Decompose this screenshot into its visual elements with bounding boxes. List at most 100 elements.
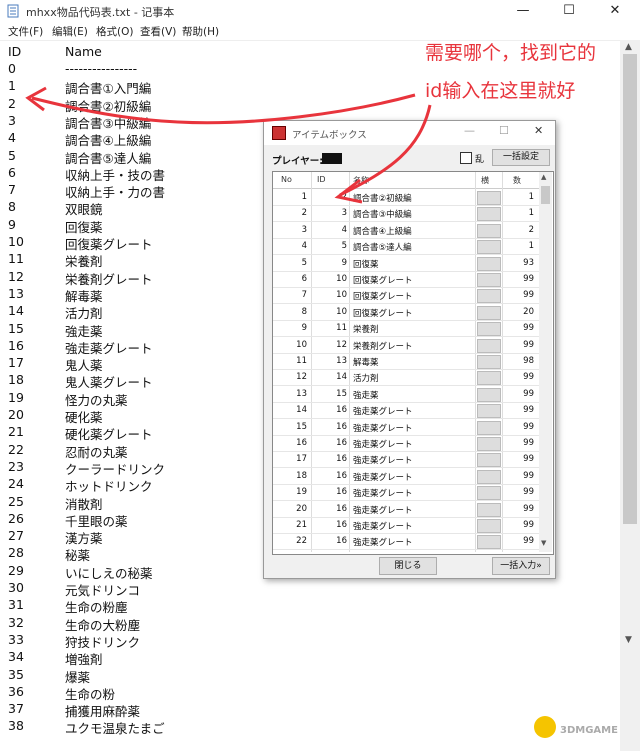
dialog-close-icon[interactable]: ✕ [534,124,543,137]
table-row[interactable]: 21 16 強走薬グレート 99 [273,517,539,534]
table-row[interactable]: 11 13 解毒薬 98 [273,353,539,370]
table-row[interactable]: 10 12 栄養剤グレート 99 [273,337,539,354]
cell-id[interactable]: 10 [313,290,347,300]
table-row[interactable]: 6 10 回復薬グレート 99 [273,271,539,288]
cell-id[interactable]: 14 [313,372,347,382]
menu-edit[interactable]: 编辑(E) [52,24,88,39]
scroll-up-icon[interactable]: ▲ [625,42,632,52]
cell-flag[interactable] [477,338,501,353]
maximize-button[interactable]: ☐ [546,0,592,22]
cell-flag[interactable] [477,322,501,337]
cell-count[interactable]: 99 [505,487,534,497]
table-scroll-up-icon[interactable]: ▲ [541,173,546,181]
minimize-button[interactable]: — [500,0,546,22]
cell-count[interactable]: 1 [505,241,534,251]
notepad-scrollbar[interactable]: ▲ ▼ [620,40,640,751]
bulk-set-button[interactable]: 一括設定 [492,149,550,166]
bulk-input-button[interactable]: 一括入力» [492,557,550,575]
cell-count[interactable]: 99 [505,274,534,284]
cell-count[interactable]: 20 [505,307,534,317]
cell-count[interactable]: 99 [505,471,534,481]
dialog-minimize-button[interactable]: — [464,124,475,137]
cell-flag[interactable] [477,371,501,386]
table-scroll-thumb[interactable] [541,186,550,204]
table-row[interactable]: 22 16 強走薬グレート 99 [273,533,539,551]
cell-flag[interactable] [477,273,501,287]
cell-count[interactable]: 99 [505,340,534,350]
table-row[interactable]: 17 16 強走薬グレート 99 [273,451,539,469]
cell-flag[interactable] [477,437,501,451]
cell-id[interactable]: 2 [313,192,347,202]
cell-id[interactable]: 9 [313,258,347,268]
cell-id[interactable]: 16 [313,438,347,448]
cell-flag[interactable] [477,256,501,271]
cell-flag[interactable] [477,519,501,533]
table-row[interactable]: 15 16 強走薬グレート 99 [273,419,539,436]
cell-id[interactable]: 16 [313,454,347,464]
cell-flag[interactable] [477,289,501,304]
close-dialog-button[interactable]: 閉じる [379,557,437,575]
menu-help[interactable]: 帮助(H) [182,24,219,39]
cell-count[interactable]: 99 [505,504,534,514]
table-row[interactable]: 5 9 回復薬 93 [273,255,539,272]
cell-flag[interactable] [477,502,501,517]
cell-count[interactable]: 2 [505,225,534,235]
table-scrollbar[interactable]: ▲ ▼ [539,172,552,552]
cell-count[interactable]: 99 [505,536,534,546]
cell-flag[interactable] [477,453,501,468]
random-checkbox[interactable] [460,152,472,164]
table-row[interactable]: 16 16 強走薬グレート 99 [273,435,539,452]
table-row[interactable]: 3 4 調合書④上級編 2 [273,222,539,239]
cell-id[interactable]: 15 [313,389,347,399]
cell-count[interactable]: 93 [505,258,534,268]
table-row[interactable]: 12 14 活力剤 99 [273,369,539,387]
close-button[interactable]: ✕ [592,0,638,22]
cell-count[interactable]: 1 [505,192,534,202]
table-row[interactable]: 7 10 回復薬グレート 99 [273,287,539,305]
cell-flag[interactable] [477,355,501,369]
cell-count[interactable]: 99 [505,389,534,399]
cell-id[interactable]: 10 [313,307,347,317]
scroll-thumb[interactable] [623,54,637,524]
cell-count[interactable]: 99 [505,405,534,415]
cell-count[interactable]: 1 [505,208,534,218]
cell-flag[interactable] [477,420,501,435]
cell-count[interactable]: 99 [505,372,534,382]
cell-id[interactable]: 10 [313,274,347,284]
cell-flag[interactable] [477,469,501,484]
dialog-maximize-button[interactable]: ☐ [499,124,509,137]
table-row[interactable]: 1 2 調合書②初級編 1 [273,189,539,206]
table-row[interactable]: 18 16 強走薬グレート 99 [273,468,539,485]
cell-flag[interactable] [477,223,501,238]
menu-file[interactable]: 文件(F) [8,24,43,39]
cell-count[interactable]: 99 [505,520,534,530]
cell-id[interactable]: 12 [313,340,347,350]
cell-id[interactable]: 16 [313,405,347,415]
cell-flag[interactable] [477,387,501,402]
cell-flag[interactable] [477,191,501,205]
table-row[interactable]: 14 16 強走薬グレート 99 [273,402,539,420]
table-row[interactable]: 4 5 調合書⑤達人編 1 [273,238,539,256]
table-row[interactable]: 20 16 強走薬グレート 99 [273,501,539,518]
cell-id[interactable]: 13 [313,356,347,366]
cell-count[interactable]: 98 [505,356,534,366]
cell-id[interactable]: 16 [313,487,347,497]
table-scroll-down-icon[interactable]: ▼ [541,539,546,547]
cell-flag[interactable] [477,207,501,222]
cell-id[interactable]: 16 [313,471,347,481]
cell-id[interactable]: 16 [313,536,347,546]
cell-count[interactable]: 99 [505,323,534,333]
table-row[interactable]: 13 15 強走薬 99 [273,386,539,403]
table-row[interactable]: 8 10 回復薬グレート 20 [273,304,539,321]
cell-count[interactable]: 99 [505,454,534,464]
cell-flag[interactable] [477,486,501,501]
cell-count[interactable]: 99 [505,438,534,448]
cell-flag[interactable] [477,535,501,550]
cell-count[interactable]: 99 [505,422,534,432]
menu-format[interactable]: 格式(O) [96,24,133,39]
table-row[interactable]: 2 3 調合書③中級編 1 [273,205,539,223]
cell-count[interactable]: 99 [505,290,534,300]
menu-view[interactable]: 查看(V) [140,24,176,39]
cell-id[interactable]: 4 [313,225,347,235]
table-row[interactable]: 19 16 強走薬グレート 99 [273,484,539,502]
